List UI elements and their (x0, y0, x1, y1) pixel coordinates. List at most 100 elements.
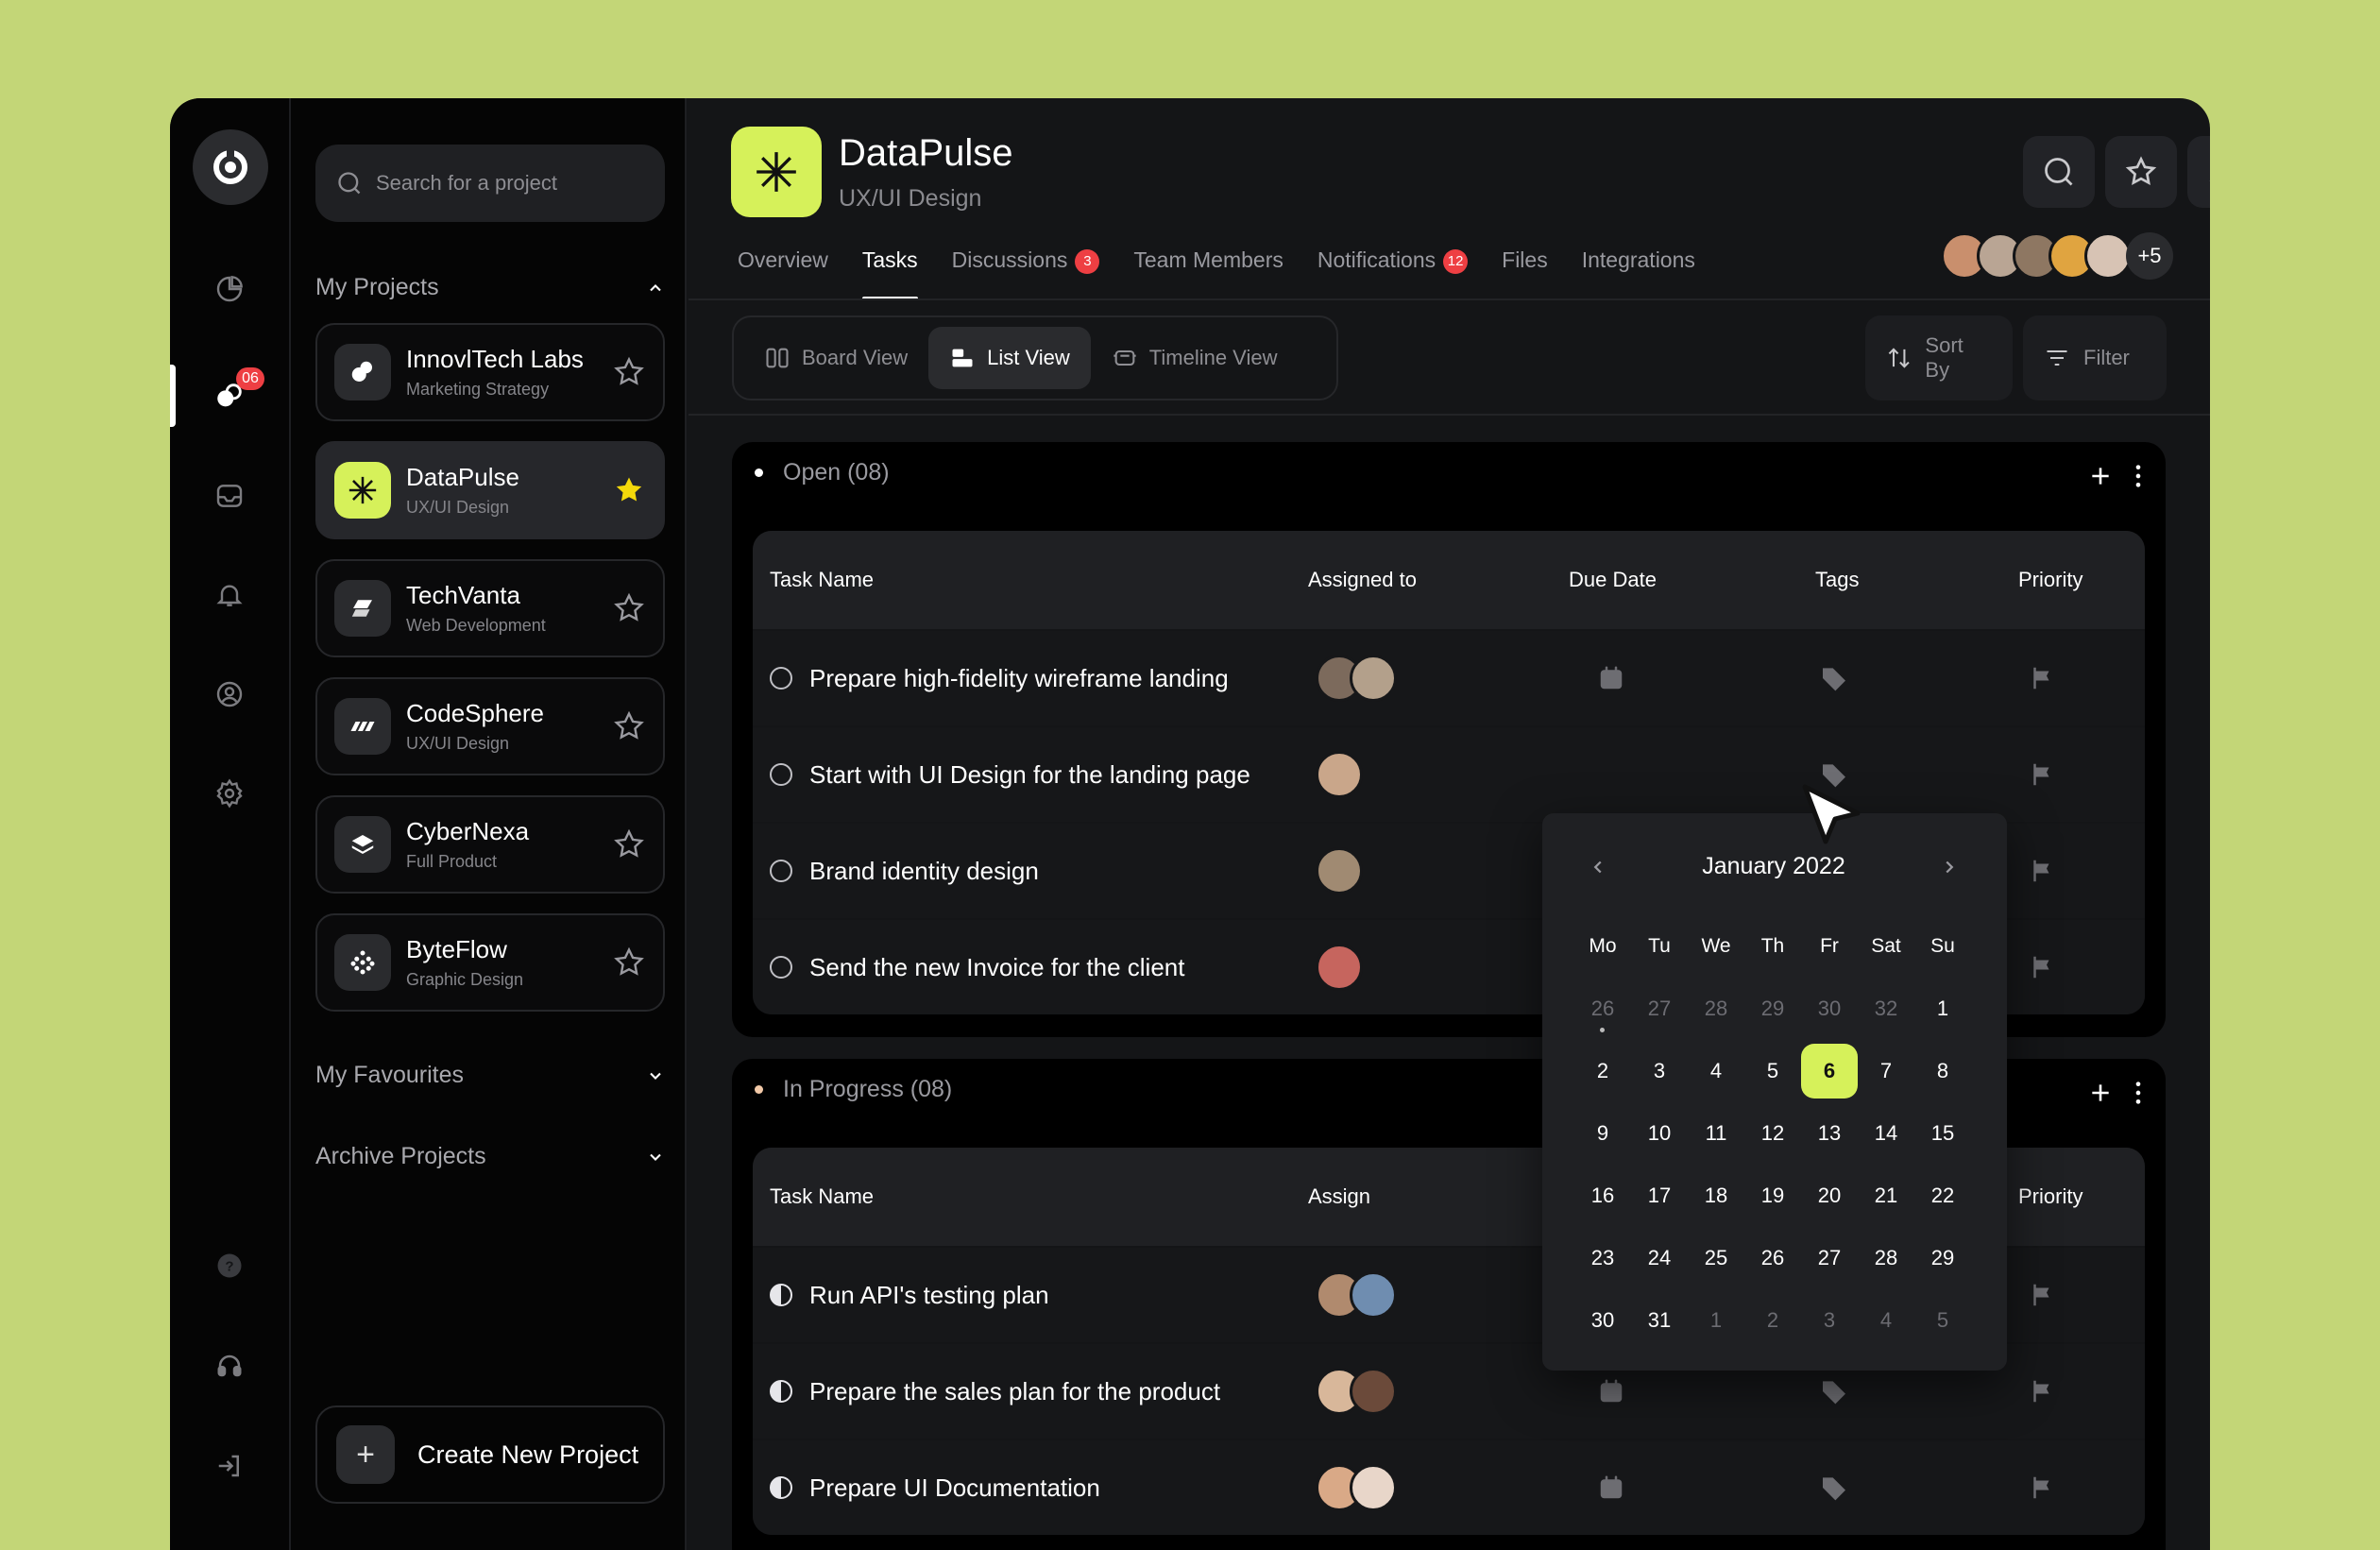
flag-icon[interactable] (2028, 953, 2056, 981)
table-row[interactable]: Prepare UI Documentation (753, 1439, 2145, 1535)
tag-icon[interactable] (1819, 1473, 1849, 1503)
header-search-button[interactable] (2023, 136, 2095, 208)
assignee-avatars[interactable] (1316, 944, 1363, 991)
project-search-input[interactable]: Search for a project (315, 145, 665, 222)
calendar-day[interactable]: 29 (1744, 978, 1801, 1040)
tab-tasks[interactable]: Tasks (861, 246, 918, 300)
star-outline-icon[interactable] (612, 827, 646, 861)
calendar-day[interactable]: 30 (1574, 1289, 1631, 1352)
tag-icon[interactable] (1819, 1376, 1849, 1406)
flag-icon[interactable] (2028, 760, 2056, 789)
calendar-day[interactable]: 2 (1744, 1289, 1801, 1352)
flag-icon[interactable] (2028, 1281, 2056, 1309)
assignee-avatars[interactable] (1316, 1368, 1397, 1415)
tab-overview[interactable]: Overview (738, 246, 828, 298)
header-notifications-button[interactable] (2187, 136, 2210, 208)
calendar-day[interactable]: 21 (1858, 1165, 1914, 1227)
table-row[interactable]: Start with UI Design for the landing pag… (753, 725, 2145, 822)
calendar-day[interactable]: 29 (1914, 1227, 1971, 1289)
calendar-day[interactable]: 5 (1744, 1040, 1801, 1102)
sort-by-button[interactable]: Sort By (1865, 315, 2013, 400)
team-avatars[interactable]: +5 (1941, 232, 2173, 280)
calendar-day[interactable]: 30 (1801, 978, 1858, 1040)
chevron-right-icon[interactable] (1939, 857, 1960, 877)
calendar-day[interactable]: 26 (1574, 978, 1631, 1040)
calendar-day[interactable]: 18 (1688, 1165, 1744, 1227)
header-favorite-button[interactable] (2105, 136, 2177, 208)
assignee-avatars[interactable] (1316, 1271, 1397, 1319)
calendar-day[interactable]: 24 (1631, 1227, 1688, 1289)
assignee-avatars[interactable] (1316, 1464, 1397, 1511)
project-card-byteflow[interactable]: ByteFlow Graphic Design (315, 913, 665, 1012)
calendar-day[interactable]: 20 (1801, 1165, 1858, 1227)
calendar-day[interactable]: 19 (1744, 1165, 1801, 1227)
calendar-day[interactable]: 10 (1631, 1102, 1688, 1165)
star-outline-icon[interactable] (612, 355, 646, 389)
star-outline-icon[interactable] (612, 591, 646, 625)
calendar-day[interactable]: 9 (1574, 1102, 1631, 1165)
calendar-day[interactable]: 3 (1631, 1040, 1688, 1102)
flag-icon[interactable] (2028, 1473, 2056, 1502)
calendar-day[interactable]: 28 (1688, 978, 1744, 1040)
more-options-icon[interactable] (2134, 1080, 2143, 1106)
calendar-day[interactable]: 8 (1914, 1040, 1971, 1102)
calendar-day[interactable]: 28 (1858, 1227, 1914, 1289)
star-outline-icon[interactable] (612, 945, 646, 979)
add-task-icon[interactable] (2088, 464, 2113, 488)
gear-icon[interactable] (192, 763, 267, 824)
calendar-day[interactable]: 3 (1801, 1289, 1858, 1352)
in-progress-status-icon[interactable] (770, 1476, 792, 1499)
star-outline-icon[interactable] (612, 709, 646, 743)
calendar-day[interactable]: 25 (1688, 1227, 1744, 1289)
task-checkbox[interactable] (770, 667, 792, 690)
tab-integrations[interactable]: Integrations (1582, 246, 1695, 298)
list-view-button[interactable]: List View (928, 327, 1091, 389)
add-task-icon[interactable] (2088, 1081, 2113, 1105)
task-checkbox[interactable] (770, 763, 792, 786)
filter-button[interactable]: Filter (2023, 315, 2167, 400)
table-row[interactable]: Prepare high-fidelity wireframe landing (753, 629, 2145, 725)
flag-icon[interactable] (2028, 1377, 2056, 1405)
task-checkbox[interactable] (770, 956, 792, 979)
calendar-day[interactable]: 4 (1688, 1040, 1744, 1102)
calendar-day[interactable]: 27 (1631, 978, 1688, 1040)
calendar-icon[interactable] (1597, 1473, 1625, 1502)
calendar-day[interactable]: 1 (1688, 1289, 1744, 1352)
my-projects-header[interactable]: My Projects (315, 274, 665, 301)
board-view-button[interactable]: Board View (743, 327, 928, 389)
archive-projects-header[interactable]: Archive Projects (315, 1143, 665, 1170)
flag-icon[interactable] (2028, 857, 2056, 885)
calendar-day[interactable]: 13 (1801, 1102, 1858, 1165)
star-filled-icon[interactable] (612, 473, 646, 507)
calendar-day[interactable]: 26 (1744, 1227, 1801, 1289)
more-options-icon[interactable] (2134, 463, 2143, 489)
assignee-avatars[interactable] (1316, 847, 1363, 894)
assignee-avatars[interactable] (1316, 655, 1397, 702)
group-header[interactable]: In Progress (08) (755, 1076, 952, 1103)
calendar-day[interactable]: 31 (1631, 1289, 1688, 1352)
task-checkbox[interactable] (770, 860, 792, 882)
dashboard-icon[interactable] (192, 259, 267, 319)
in-progress-status-icon[interactable] (770, 1380, 792, 1403)
calendar-day[interactable]: 22 (1914, 1165, 1971, 1227)
tag-icon[interactable] (1819, 663, 1849, 693)
calendar-day[interactable]: 15 (1914, 1102, 1971, 1165)
calendar-day[interactable]: 32 (1858, 978, 1914, 1040)
assignee-avatars[interactable] (1316, 751, 1363, 798)
group-header[interactable]: Open (08) (755, 459, 890, 486)
calendar-day[interactable]: 14 (1858, 1102, 1914, 1165)
calendar-day[interactable]: 23 (1574, 1227, 1631, 1289)
calendar-day[interactable]: 7 (1858, 1040, 1914, 1102)
bell-icon[interactable] (192, 565, 267, 625)
calendar-day[interactable]: 16 (1574, 1165, 1631, 1227)
calendar-day[interactable]: 1 (1914, 978, 1971, 1040)
timeline-view-button[interactable]: Timeline View (1091, 327, 1299, 389)
calendar-day[interactable]: 2 (1574, 1040, 1631, 1102)
project-card-innovltech[interactable]: InnovlTech Labs Marketing Strategy (315, 323, 665, 421)
calendar-day[interactable]: 4 (1858, 1289, 1914, 1352)
create-new-project-button[interactable]: + Create New Project (315, 1405, 665, 1504)
project-card-codesphere[interactable]: CodeSphere UX/UI Design (315, 677, 665, 775)
tab-files[interactable]: Files (1502, 246, 1548, 298)
inbox-icon[interactable] (192, 466, 267, 526)
chevron-left-icon[interactable] (1588, 857, 1608, 877)
